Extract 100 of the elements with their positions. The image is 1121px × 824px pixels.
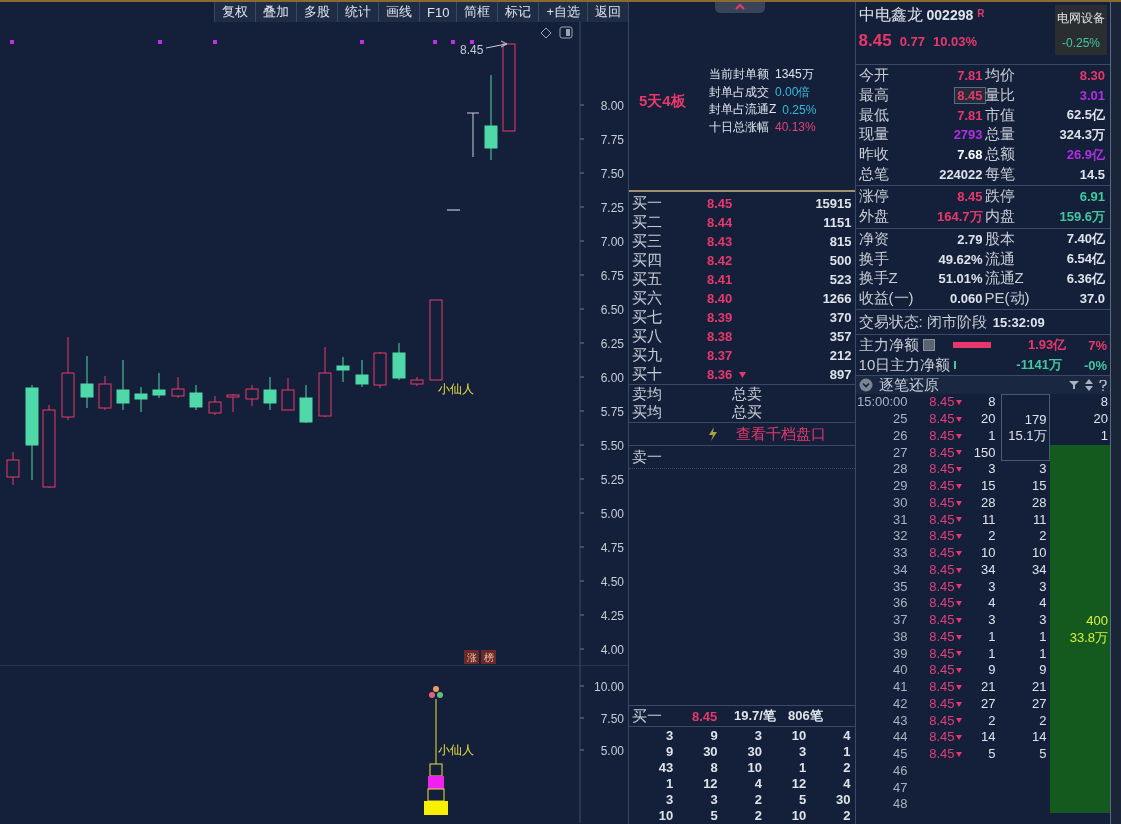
toolbar-button[interactable]: 统计 [337, 2, 378, 22]
stat-label: 换手 [858, 249, 890, 269]
depth-link[interactable]: 查看千档盘口 [735, 424, 826, 444]
stat-label: 涨停 [858, 187, 890, 207]
queue-cell-text: 43 [657, 760, 674, 776]
tick-time: 27 [892, 444, 908, 462]
stat-value: 62.5亿 [1065, 106, 1107, 125]
stat-value: 8.45 [955, 88, 985, 104]
toolbar-button[interactable]: 复权 [214, 2, 255, 22]
tick-volume: 1 [987, 645, 996, 663]
bid-label: 买九 [632, 346, 662, 365]
bid-price: 8.44 [707, 215, 734, 230]
order-volume: 15 [1031, 478, 1048, 495]
sort-icon[interactable] [1085, 379, 1094, 392]
tick-price: 8.45 [907, 444, 962, 462]
queue-cell-text: 10 [790, 808, 807, 824]
order-volume: 3 [1038, 578, 1048, 596]
stat-label: 量比 [984, 86, 1016, 106]
tick-price: 8.45 [907, 729, 962, 746]
order-volume: 5 [1038, 746, 1048, 763]
queue-cell-text: 2 [753, 792, 762, 808]
queue-cell-text: 4 [753, 776, 762, 792]
tick-price: 8.45 [907, 494, 962, 512]
queue-cell-text: 2 [842, 760, 851, 776]
collapse-tab[interactable] [715, 2, 765, 13]
tick-price: 8.45 [907, 679, 962, 696]
bid-price: 8.43 [707, 234, 734, 249]
bid-volume: 212 [829, 348, 852, 363]
queue-cell-text: 30 [746, 744, 762, 760]
toolbar-button[interactable]: 简框 [456, 2, 498, 22]
order-volume: 34 [1031, 561, 1048, 579]
tick-price: 8.45 [907, 394, 962, 411]
axis-label: 6.00 [600, 371, 624, 385]
trade-volume: 20 [1092, 411, 1110, 428]
candle [263, 376, 277, 411]
order-volume: 10 [1031, 545, 1048, 562]
badge: 涨 [464, 650, 479, 664]
panel-icon[interactable] [559, 26, 573, 39]
axis-label: 4.00 [600, 643, 624, 657]
stat-label: 流通 [984, 249, 1016, 269]
flow-tick-icon [954, 361, 957, 370]
help-icon[interactable] [1099, 379, 1108, 391]
tick-volume: 3 [987, 612, 996, 629]
checkbox-icon[interactable] [922, 339, 935, 352]
arrow-icon [485, 40, 508, 49]
toolbar-button[interactable]: +自选 [538, 2, 587, 22]
toolbar-button[interactable]: 叠加 [255, 2, 296, 22]
seal-label: 封单占成交 [709, 83, 769, 101]
toolbar-button[interactable]: F10 [419, 2, 457, 22]
stat-value: 2.79 [956, 231, 984, 247]
tick-price: 8.45 [907, 578, 962, 596]
flow-bar [952, 342, 991, 349]
lightning-icon [707, 427, 718, 441]
scrollbar[interactable] [1110, 2, 1121, 824]
toolbar-button[interactable]: 画线 [378, 2, 419, 22]
stat-value: 6.54亿 [1065, 250, 1107, 269]
order-volume: 3 [1038, 461, 1048, 478]
stat-label: 外盘 [858, 207, 890, 227]
tick-time: 32 [892, 528, 908, 545]
queue-cell-text: 3 [753, 728, 762, 744]
toolbar-button[interactable]: 标记 [497, 2, 539, 22]
flag-label: R [977, 8, 985, 19]
collapse-icon[interactable] [858, 378, 873, 393]
queue-cell-text: 1 [842, 744, 851, 760]
axis-label: 7.75 [600, 133, 624, 147]
candle [245, 384, 259, 407]
toolbar-button[interactable]: 返回 [587, 2, 628, 22]
stat-value: 164.7万 [936, 207, 984, 226]
candle [318, 346, 332, 418]
flow-percent: -0% [1083, 357, 1108, 373]
tick-price: 8.45 [907, 595, 962, 612]
flower-icon [429, 686, 443, 698]
tick-price: 8.45 [907, 628, 962, 646]
price-label: 8.45 [460, 43, 484, 57]
bid-price: 8.36 [707, 367, 734, 382]
tick-time: 47 [892, 779, 908, 797]
trade-volume: 1 [1099, 427, 1110, 445]
order-volume: 1 [1038, 628, 1048, 646]
queue-cell-text: 12 [790, 776, 807, 792]
tick-volume: 14 [980, 729, 996, 746]
filter-icon[interactable] [1069, 380, 1080, 391]
sector-card[interactable]: 电网设备 -0.25% [1055, 5, 1108, 55]
axis-label: 5.25 [600, 473, 624, 487]
stat-value: 7.40亿 [1065, 230, 1107, 249]
tick-time: 44 [892, 729, 908, 746]
queue-count: 806笔 [787, 707, 823, 725]
stat-value: 324.3万 [1058, 125, 1107, 144]
order-volume: 2 [1038, 528, 1048, 545]
candle [98, 375, 112, 411]
badge: 榜 [481, 650, 496, 664]
stat-value: 51.01% [937, 271, 984, 287]
ask-label: 卖一 [632, 447, 662, 467]
tick-time: 29 [892, 478, 908, 495]
stat-value: 37.0 [1078, 290, 1107, 306]
toolbar-button[interactable]: 多股 [296, 2, 337, 22]
bid-label: 买四 [632, 251, 662, 270]
queue-price: 8.45 [692, 708, 719, 724]
diamond-icon[interactable] [540, 27, 552, 39]
tick-price: 8.45 [907, 612, 962, 629]
tick-volume: 27 [980, 695, 996, 713]
